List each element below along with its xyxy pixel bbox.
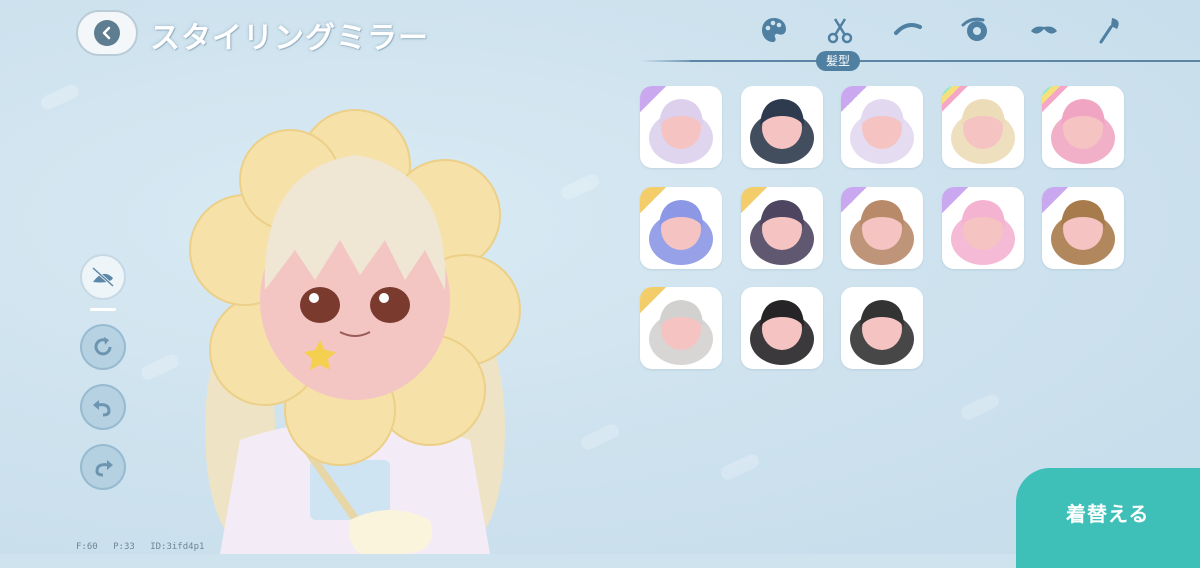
tab-makeup[interactable]	[1090, 10, 1130, 50]
rarity-corner	[1042, 186, 1068, 213]
background-sparkle	[558, 172, 602, 202]
hairstyle-item-pink-shaggy[interactable]	[1042, 86, 1124, 168]
hairstyle-item-blue-purple-bob[interactable]	[640, 186, 722, 269]
reset-button[interactable]	[80, 324, 126, 370]
rarity-corner	[841, 186, 867, 213]
eye-icon	[961, 17, 987, 41]
rarity-corner	[640, 287, 666, 313]
reset-icon	[94, 337, 112, 356]
active-tab-label: 髪型	[816, 51, 861, 71]
tab-underline	[690, 60, 1200, 62]
rarity-corner	[1042, 86, 1068, 112]
hairstyle-item-blonde-long-twin[interactable]	[941, 86, 1024, 168]
hairstyle-item-dark-purple-long[interactable]	[740, 186, 823, 269]
tab-eyebrow[interactable]	[888, 10, 928, 50]
category-tabs	[752, 10, 1132, 50]
hairstyle-preview-icon	[850, 300, 914, 365]
hairstyle-item-brown-wavy-long[interactable]	[841, 186, 923, 269]
tab-palette[interactable]	[754, 10, 794, 50]
hairstyle-preview-icon	[749, 300, 814, 365]
brush-icon	[1099, 18, 1119, 44]
tab-mustache[interactable]	[1024, 10, 1064, 50]
tab-eye[interactable]	[956, 10, 996, 50]
palette-icon	[762, 18, 786, 42]
background-sparkle	[718, 452, 762, 482]
redo-icon	[95, 460, 113, 477]
avatar-preview[interactable]	[180, 100, 530, 554]
rarity-corner	[640, 186, 666, 213]
rarity-corner	[941, 186, 968, 213]
redo-button[interactable]	[80, 444, 126, 490]
rarity-corner	[841, 86, 867, 112]
hairstyle-item-lavender-twin-buns[interactable]	[640, 86, 722, 168]
page-title: スタイリングミラー	[150, 21, 429, 56]
hide-hat-icon	[91, 266, 115, 288]
hairstyle-preview-icon	[749, 99, 814, 164]
hairstyle-item-black-updo[interactable]	[740, 287, 823, 369]
hairstyle-item-brown-messy[interactable]	[1042, 186, 1124, 269]
background-sparkle	[138, 352, 182, 382]
background-sparkle	[578, 422, 622, 452]
change-clothes-label: 着替える	[1066, 502, 1150, 526]
debug-p: P:33	[113, 542, 135, 552]
change-clothes-button[interactable]: 着替える	[1016, 468, 1200, 568]
rarity-corner	[941, 86, 968, 112]
undo-button[interactable]	[80, 384, 126, 430]
hairstyle-item-lavender-curly[interactable]	[841, 86, 923, 168]
tab-hairstyle[interactable]	[820, 10, 860, 50]
hairstyle-item-black-grey-undercut[interactable]	[841, 287, 923, 369]
undo-icon	[93, 400, 111, 417]
background-sparkle	[38, 82, 82, 112]
hairstyle-item-silver-braids[interactable]	[640, 287, 722, 369]
rarity-corner	[640, 86, 666, 112]
hairstyle-item-pink-wavy-long[interactable]	[941, 186, 1024, 269]
hairstyle-item-black-spiky[interactable]	[740, 86, 823, 168]
debug-id: ID:3ifd4p1	[150, 542, 205, 552]
debug-fps: F:60	[76, 542, 98, 552]
background-sparkle	[958, 392, 1002, 422]
back-button[interactable]	[76, 10, 138, 56]
chevron-left-icon	[94, 20, 120, 46]
scissors-icon	[827, 18, 853, 44]
mustache-icon	[1031, 26, 1057, 34]
hide-hat-button[interactable]	[80, 254, 126, 300]
tool-separator	[90, 308, 116, 311]
eyebrow-icon	[894, 23, 922, 35]
debug-overlay: F:60 P:33 ID:3ifd4p1	[76, 542, 214, 552]
rarity-corner	[740, 186, 767, 213]
